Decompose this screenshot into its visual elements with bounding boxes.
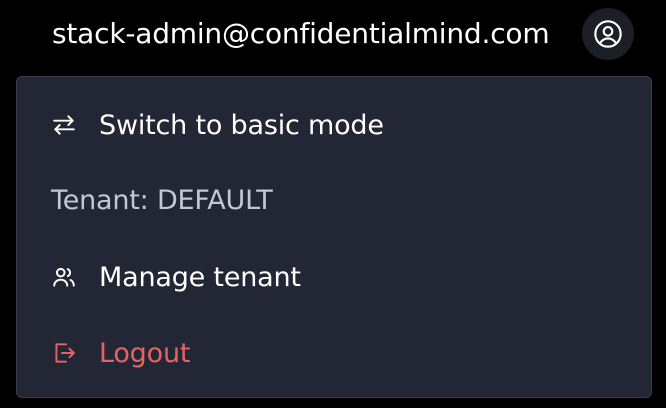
swap-arrows-icon (51, 112, 77, 138)
tenant-label: Tenant: DEFAULT (51, 185, 273, 216)
users-icon (51, 264, 77, 290)
user-email: stack-admin@confidentialmind.com (52, 17, 550, 50)
user-circle-icon (592, 18, 624, 50)
switch-mode-menu-item[interactable]: Switch to basic mode (17, 87, 651, 163)
logout-label: Logout (99, 337, 191, 369)
account-menu-button[interactable] (582, 8, 634, 60)
manage-tenant-label: Manage tenant (99, 261, 301, 293)
switch-mode-label: Switch to basic mode (99, 109, 384, 141)
top-bar: stack-admin@confidentialmind.com (0, 0, 666, 72)
logout-icon (51, 340, 77, 366)
manage-tenant-menu-item[interactable]: Manage tenant (17, 239, 651, 315)
logout-menu-item[interactable]: Logout (17, 315, 651, 391)
account-dropdown-menu: Switch to basic mode Tenant: DEFAULT Man… (16, 76, 652, 398)
